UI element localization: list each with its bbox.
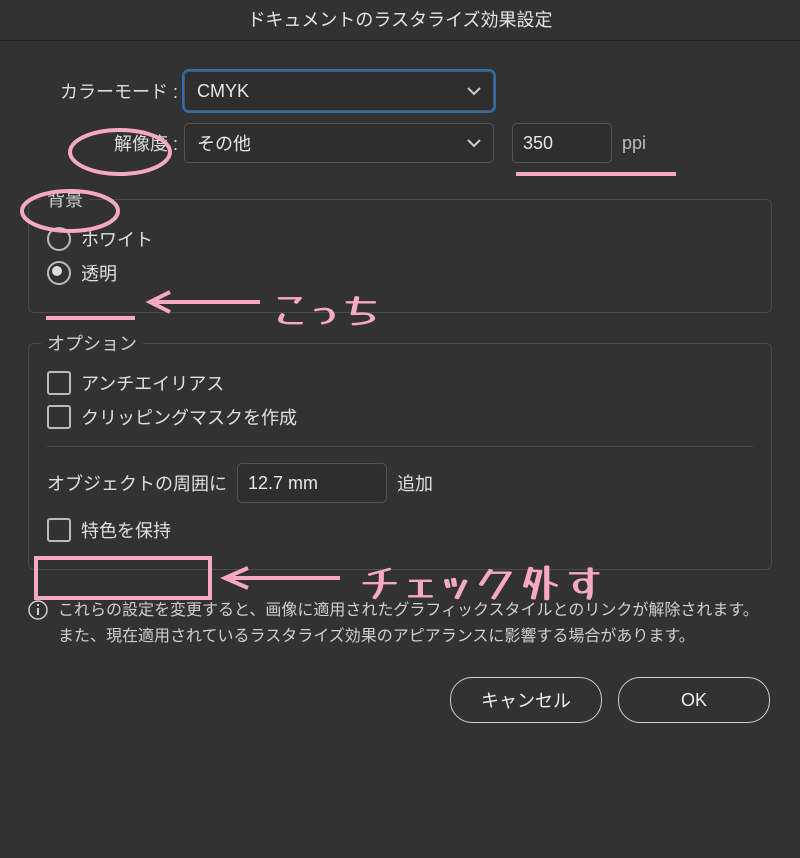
chevron-down-icon [467,86,481,96]
background-group: 背景 ホワイト 透明 [28,199,772,313]
info-note: これらの設定を変更すると、画像に適用されたグラフィックスタイルとのリンクが解除さ… [28,598,772,649]
button-row: キャンセル OK [28,677,772,723]
options-group: オプション アンチエイリアス クリッピングマスクを作成 オブジェクトの周囲に 1… [28,343,772,570]
window-title: ドキュメントのラスタライズ効果設定 [0,0,800,41]
radio-white[interactable]: ホワイト [47,226,753,252]
color-mode-value: CMYK [197,81,249,102]
padding-suffix: 追加 [397,470,433,496]
checkbox-clipping-mask[interactable]: クリッピングマスクを作成 [47,404,753,430]
padding-value: 12.7 mm [248,473,318,494]
ok-button[interactable]: OK [618,677,770,723]
radio-transparent[interactable]: 透明 [47,260,753,286]
antialias-label: アンチエイリアス [81,370,224,396]
resolution-label: 解像度 : [28,130,184,156]
checkbox-icon [47,371,71,395]
color-mode-select[interactable]: CMYK [184,71,494,111]
color-mode-row: カラーモード : CMYK [28,71,772,111]
preserve-spot-label: 特色を保持 [81,517,171,543]
resolution-row: 解像度 : その他 350 ppi [28,123,772,163]
resolution-preset-value: その他 [197,130,251,156]
radio-icon [47,227,71,251]
info-icon [28,600,50,649]
checkbox-icon [47,405,71,429]
padding-prefix: オブジェクトの周囲に [47,470,227,496]
radio-icon [47,261,71,285]
color-mode-label: カラーモード : [28,78,184,104]
background-legend: 背景 [41,186,89,212]
cancel-button[interactable]: キャンセル [450,677,602,723]
resolution-input[interactable]: 350 [512,123,612,163]
checkbox-icon [47,518,71,542]
divider [47,446,753,447]
radio-white-label: ホワイト [81,226,153,252]
dialog-content: カラーモード : CMYK 解像度 : その他 350 ppi 背景 ホワイト [0,41,800,723]
clipping-mask-label: クリッピングマスクを作成 [81,404,297,430]
chevron-down-icon [467,138,481,148]
padding-input[interactable]: 12.7 mm [237,463,387,503]
options-legend: オプション [41,330,143,356]
ok-button-label: OK [681,690,707,711]
cancel-button-label: キャンセル [481,687,571,713]
checkbox-preserve-spot[interactable]: 特色を保持 [47,517,753,543]
info-text: これらの設定を変更すると、画像に適用されたグラフィックスタイルとのリンクが解除さ… [58,598,772,649]
resolution-value: 350 [523,133,553,154]
resolution-unit: ppi [622,133,646,154]
checkbox-antialias[interactable]: アンチエイリアス [47,370,753,396]
resolution-preset-select[interactable]: その他 [184,123,494,163]
padding-row: オブジェクトの周囲に 12.7 mm 追加 [47,463,753,503]
radio-transparent-label: 透明 [81,260,117,286]
